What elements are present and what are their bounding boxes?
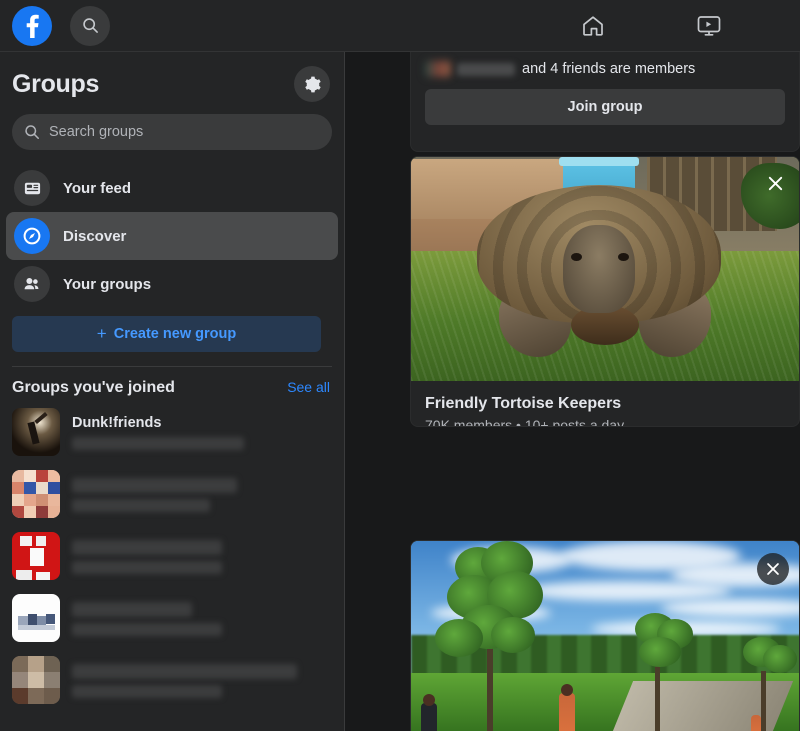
group-text: Dunk!friends — [72, 415, 332, 450]
group-suggestion-card — [410, 540, 800, 731]
group-subtitle-redacted — [72, 685, 222, 698]
group-text — [72, 600, 332, 636]
group-suggestion-card: and 4 friends are members Join group — [410, 52, 800, 152]
park-photo — [411, 541, 800, 731]
sidebar-item-your-groups[interactable]: Your groups — [6, 260, 338, 308]
group-avatar — [12, 656, 60, 704]
search-input[interactable] — [49, 124, 299, 140]
search-icon — [24, 124, 40, 140]
close-icon[interactable] — [757, 553, 789, 585]
group-cover-photo[interactable] — [411, 157, 800, 381]
friend-thumbnail-redacted — [425, 61, 451, 77]
sidebar-item-label: Your groups — [63, 276, 151, 293]
group-name: Dunk!friends — [72, 415, 332, 431]
members-text: and 4 friends are members — [522, 61, 695, 77]
watch-video-icon[interactable] — [682, 5, 736, 47]
home-icon[interactable] — [566, 5, 620, 47]
tortoise-photo — [411, 157, 800, 381]
compass-icon — [14, 218, 50, 254]
list-item[interactable] — [6, 463, 338, 525]
group-name-redacted — [72, 478, 237, 493]
group-suggestion-card: Friendly Tortoise Keepers 70K members • … — [410, 156, 800, 427]
joined-groups-title: Groups you've joined — [12, 379, 175, 397]
create-new-group-label: Create new group — [114, 326, 236, 342]
settings-button[interactable] — [294, 66, 330, 102]
joined-groups-header: Groups you've joined See all — [0, 367, 344, 401]
plus-icon: + — [97, 324, 107, 344]
sidebar-nav-list: Your feed Discover — [0, 164, 344, 308]
group-subtitle-redacted — [72, 499, 210, 512]
group-name-redacted — [72, 540, 222, 555]
sidebar-item-your-feed[interactable]: Your feed — [6, 164, 338, 212]
close-icon[interactable] — [759, 167, 791, 199]
sidebar-header: Groups — [0, 52, 344, 108]
group-subtitle-redacted — [72, 623, 222, 636]
page-title: Groups — [12, 70, 99, 99]
newsfeed-icon — [14, 170, 50, 206]
top-nav-icon-group — [530, 0, 800, 52]
group-text — [72, 476, 332, 512]
gear-icon — [303, 75, 322, 94]
groups-sidebar: Groups — [0, 52, 345, 731]
list-item[interactable]: Dunk!friends — [6, 401, 338, 463]
joined-groups-list: Dunk!friends — [0, 401, 344, 711]
group-subtitle-redacted — [72, 437, 244, 450]
group-avatar — [12, 408, 60, 456]
top-navigation-bar — [0, 0, 800, 52]
discover-feed: and 4 friends are members Join group — [346, 52, 800, 731]
list-item[interactable] — [6, 649, 338, 711]
group-cover-photo[interactable] — [411, 541, 800, 731]
people-icon — [14, 266, 50, 302]
create-new-group-button[interactable]: + Create new group — [12, 316, 321, 352]
group-stats: 70K members • 10+ posts a day — [411, 413, 799, 427]
sidebar-item-discover[interactable]: Discover — [6, 212, 338, 260]
group-name-redacted — [72, 664, 297, 679]
group-subtitle-redacted — [72, 561, 222, 574]
mutual-friends-row: and 4 friends are members — [411, 52, 799, 77]
sidebar-item-label: Your feed — [63, 180, 131, 197]
search-icon — [82, 17, 99, 34]
group-text — [72, 538, 332, 574]
group-name: Friendly Tortoise Keepers — [411, 381, 799, 413]
see-all-link[interactable]: See all — [287, 379, 330, 395]
friend-name-redacted — [457, 63, 515, 76]
group-avatar — [12, 470, 60, 518]
list-item[interactable] — [6, 587, 338, 649]
facebook-groups-page: Groups — [0, 0, 800, 731]
group-avatar — [12, 532, 60, 580]
facebook-logo[interactable] — [12, 6, 52, 46]
join-group-button[interactable]: Join group — [425, 89, 785, 125]
group-text — [72, 662, 332, 698]
list-item[interactable] — [6, 525, 338, 587]
sidebar-item-label: Discover — [63, 228, 126, 245]
group-name-redacted — [72, 602, 192, 617]
search-button[interactable] — [70, 6, 110, 46]
search-groups-field[interactable] — [12, 114, 332, 150]
group-avatar — [12, 594, 60, 642]
